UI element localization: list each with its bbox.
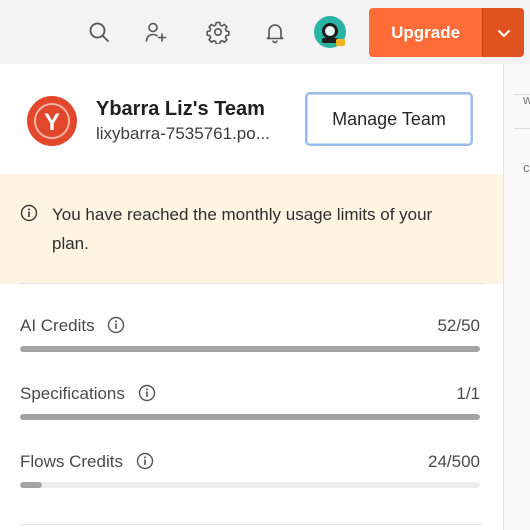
upgrade-split-button: Upgrade [369,8,524,57]
chevron-down-icon [497,29,510,37]
banner-message: You have reached the monthly usage limit… [52,205,433,253]
manage-team-button[interactable]: Manage Team [305,92,473,146]
usage-progress-fill [20,414,480,420]
team-logo: Y [27,96,77,146]
team-logo-initial: Y [44,109,60,136]
upgrade-dropdown-toggle[interactable] [482,8,524,57]
usage-label: Specifications [20,384,125,403]
usage-label: Flows Credits [20,452,123,471]
info-icon[interactable] [138,384,156,402]
search-icon[interactable] [84,17,114,47]
usage-label: AI Credits [20,316,95,335]
usage-flows-credits: Flows Credits 24/500 [20,452,480,492]
avatar-icon[interactable] [312,14,348,50]
info-icon[interactable] [136,452,154,470]
usage-progress-track [20,482,480,488]
divider [20,283,482,284]
usage-value: 24/500 [428,452,480,471]
gear-icon[interactable] [203,17,233,47]
usage-value: 52/50 [437,316,480,335]
divider [20,524,482,525]
bell-icon[interactable] [260,17,290,47]
team-name: Ybarra Liz's Team [96,98,265,120]
team-dropdown-panel: Y Ybarra Liz's Team lixybarra-7535761.po… [0,64,503,530]
upgrade-button[interactable]: Upgrade [369,8,483,57]
usage-progress-fill [20,346,480,352]
info-icon [20,204,38,222]
usage-progress-track [20,414,480,420]
usage-ai-credits: AI Credits 52/50 [20,316,480,356]
usage-progress-track [20,346,480,352]
usage-progress-fill [20,482,43,488]
top-toolbar: Upgrade [0,0,530,64]
team-domain: lixybarra-7535761.po... [96,124,270,143]
usage-specifications: Specifications 1/1 [20,384,480,424]
add-user-icon[interactable] [141,17,171,47]
info-icon[interactable] [107,316,125,334]
usage-limit-banner: You have reached the monthly usage limit… [0,174,503,284]
usage-value: 1/1 [456,384,480,403]
background-content: w c [503,64,530,530]
